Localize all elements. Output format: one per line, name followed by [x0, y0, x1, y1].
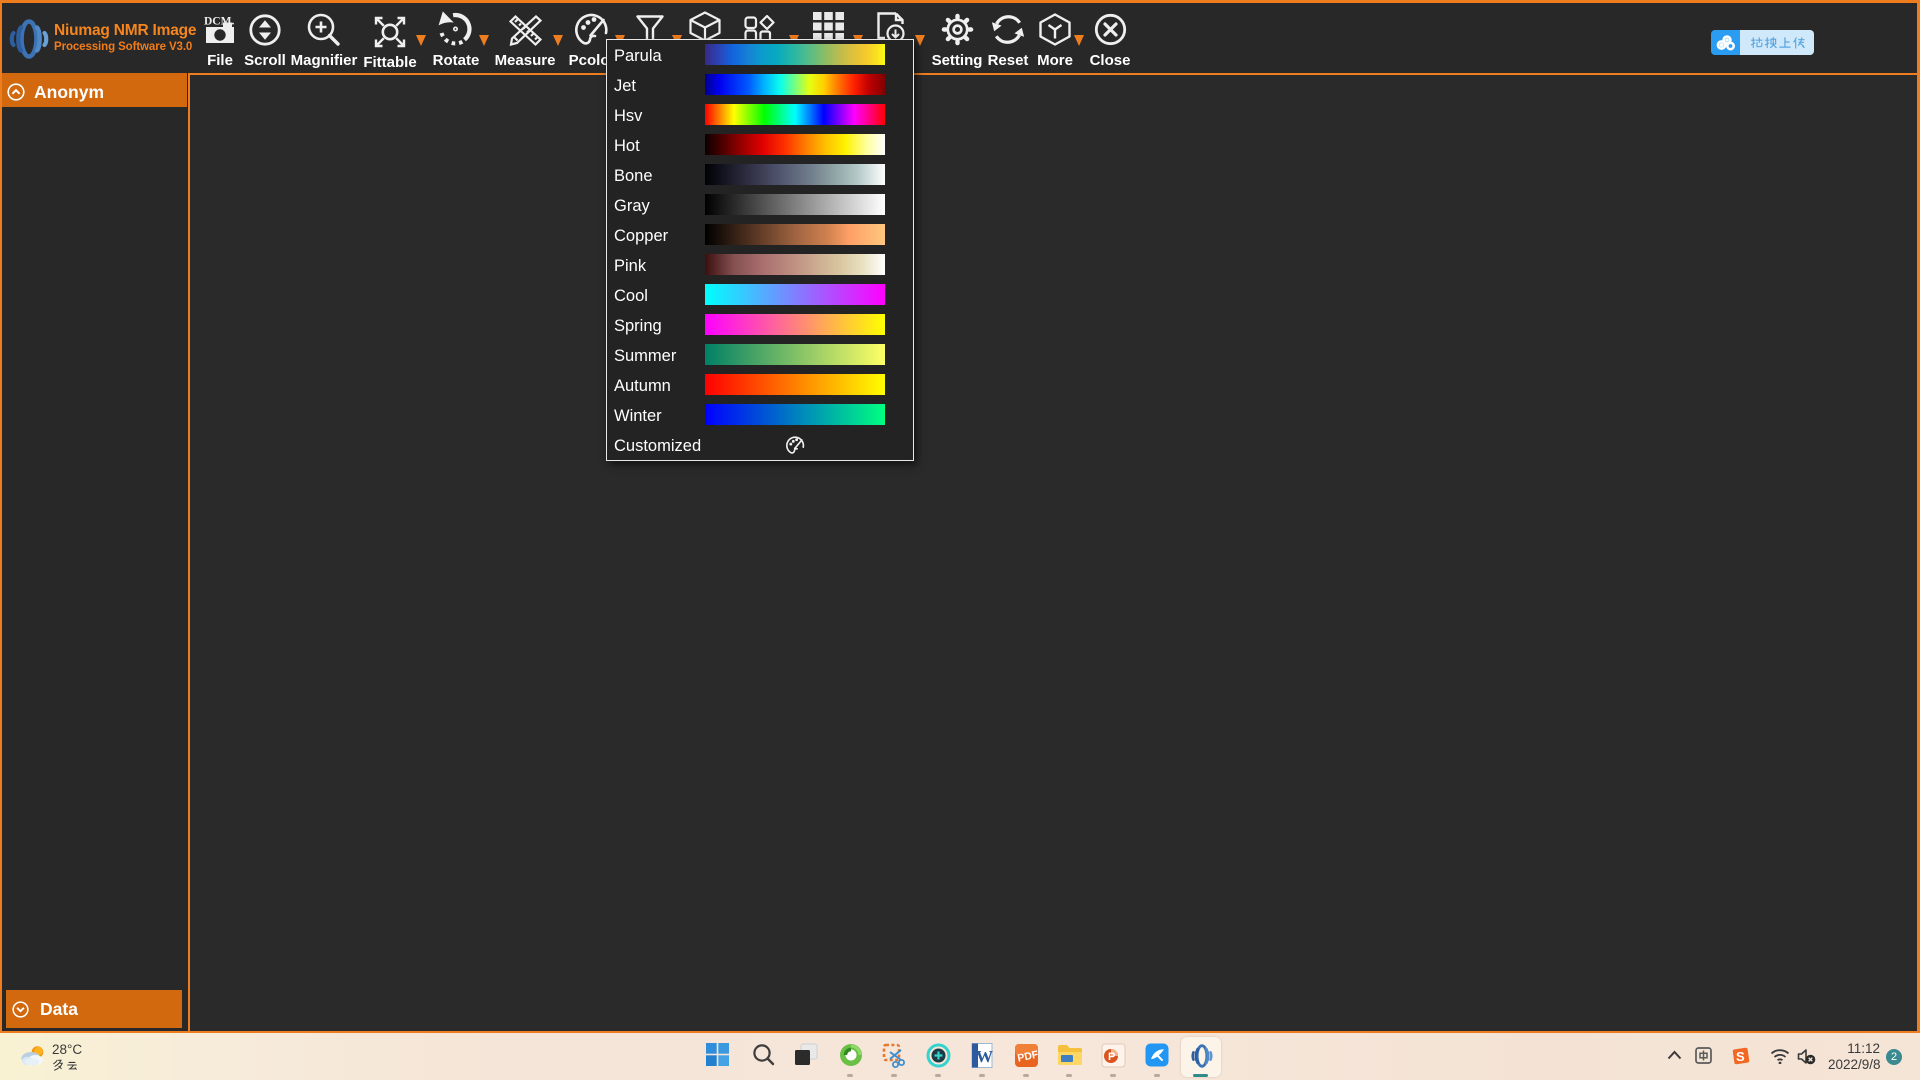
- svg-text:P: P: [1108, 1051, 1115, 1063]
- svg-text:W: W: [976, 1047, 993, 1066]
- svg-text:S: S: [1736, 1049, 1745, 1064]
